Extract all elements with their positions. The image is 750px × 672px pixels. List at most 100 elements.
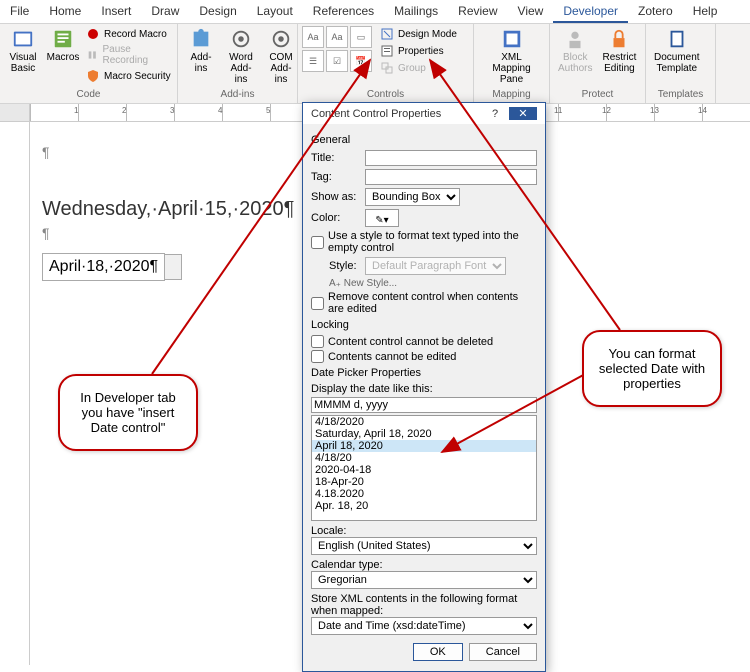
controls-icon-grid: Aa Aa ▭ ☰ ☑ 📅 bbox=[302, 26, 372, 72]
section-general: General bbox=[311, 134, 537, 146]
no-delete-label: Content control cannot be deleted bbox=[328, 336, 493, 348]
group-label-templates: Templates bbox=[650, 88, 711, 101]
no-delete-checkbox[interactable] bbox=[311, 335, 324, 348]
date-format-input[interactable] bbox=[311, 397, 537, 413]
plain-text-control[interactable]: Aa bbox=[326, 26, 348, 48]
properties-button[interactable]: Properties bbox=[378, 43, 459, 59]
date-format-list[interactable]: 4/18/2020 Saturday, April 18, 2020 April… bbox=[311, 415, 537, 521]
format-option[interactable]: 4.18.2020 bbox=[312, 488, 536, 500]
group-label-mapping: Mapping bbox=[478, 88, 545, 101]
dialog-title: Content Control Properties bbox=[311, 108, 441, 120]
display-like-label: Display the date like this: bbox=[311, 383, 537, 395]
use-style-label: Use a style to format text typed into th… bbox=[328, 230, 537, 254]
store-xml-select[interactable]: Date and Time (xsd:dateTime) bbox=[311, 617, 537, 635]
tab-mailings[interactable]: Mailings bbox=[384, 0, 448, 23]
format-option[interactable]: Apr. 18, 20 bbox=[312, 500, 536, 512]
format-option[interactable]: 4/18/2020 bbox=[312, 416, 536, 428]
style-label: Style: bbox=[329, 260, 361, 272]
pause-icon bbox=[86, 48, 99, 62]
title-input[interactable] bbox=[365, 150, 537, 166]
calendar-label: Calendar type: bbox=[311, 559, 537, 571]
format-option[interactable]: 18-Apr-20 bbox=[312, 476, 536, 488]
remove-cc-label: Remove content control when contents are… bbox=[328, 291, 537, 315]
group-label-addins: Add-ins bbox=[182, 88, 293, 101]
tab-insert[interactable]: Insert bbox=[91, 0, 141, 23]
cancel-button[interactable]: Cancel bbox=[469, 643, 537, 661]
xml-icon bbox=[501, 28, 523, 50]
template-icon bbox=[666, 28, 688, 50]
com-addins-button[interactable]: COMAdd-ins bbox=[262, 26, 300, 87]
record-macro-button[interactable]: Record Macro bbox=[84, 26, 173, 42]
section-date-picker: Date Picker Properties bbox=[311, 367, 537, 379]
rich-text-control[interactable]: Aa bbox=[302, 26, 324, 48]
tag-input[interactable] bbox=[365, 169, 537, 185]
style-select: Default Paragraph Font bbox=[365, 257, 506, 275]
annotation-callout-left: In Developer tab you have "insert Date c… bbox=[58, 374, 198, 451]
remove-cc-checkbox[interactable] bbox=[311, 297, 324, 310]
format-option[interactable]: 4/18/20 bbox=[312, 452, 536, 464]
tab-layout[interactable]: Layout bbox=[247, 0, 303, 23]
store-xml-label: Store XML contents in the following form… bbox=[311, 593, 537, 617]
no-edit-checkbox[interactable] bbox=[311, 350, 324, 363]
document-template-button[interactable]: DocumentTemplate bbox=[650, 26, 704, 76]
ribbon: VisualBasic Macros Record Macro Pause Re… bbox=[0, 24, 750, 104]
title-label: Title: bbox=[311, 152, 361, 164]
use-style-checkbox[interactable] bbox=[311, 236, 324, 249]
tab-design[interactable]: Design bbox=[189, 0, 246, 23]
content-control-properties-dialog: Content Control Properties ? ✕ General T… bbox=[302, 102, 546, 672]
puzzle-icon bbox=[190, 28, 212, 50]
group-label-controls: Controls bbox=[302, 88, 469, 101]
macro-security-button[interactable]: Macro Security bbox=[84, 68, 173, 84]
picture-control[interactable]: ▭ bbox=[350, 26, 372, 48]
format-option[interactable]: April 18, 2020 bbox=[312, 440, 536, 452]
ok-button[interactable]: OK bbox=[413, 643, 463, 661]
vertical-ruler bbox=[0, 122, 30, 665]
tab-review[interactable]: Review bbox=[448, 0, 507, 23]
pencil-icon: ✎▾ bbox=[375, 215, 388, 226]
close-button[interactable]: ✕ bbox=[509, 107, 537, 120]
visual-basic-button[interactable]: VisualBasic bbox=[4, 26, 42, 76]
macros-button[interactable]: Macros bbox=[44, 26, 82, 65]
restrict-editing-button[interactable]: RestrictEditing bbox=[598, 26, 640, 76]
pause-recording-button: Pause Recording bbox=[84, 43, 173, 67]
tab-help[interactable]: Help bbox=[683, 0, 728, 23]
section-locking: Locking bbox=[311, 319, 537, 331]
help-button[interactable]: ? bbox=[481, 108, 509, 120]
tab-zotero[interactable]: Zotero bbox=[628, 0, 683, 23]
checkbox-control[interactable]: ☑ bbox=[326, 50, 348, 72]
show-as-select[interactable]: Bounding Box bbox=[365, 188, 460, 206]
group-button: Group bbox=[378, 60, 459, 76]
format-option[interactable]: Saturday, April 18, 2020 bbox=[312, 428, 536, 440]
tab-draw[interactable]: Draw bbox=[141, 0, 189, 23]
group-label-protect: Protect bbox=[554, 88, 641, 101]
tab-developer[interactable]: Developer bbox=[553, 0, 628, 23]
locale-select[interactable]: English (United States) bbox=[311, 537, 537, 555]
block-authors-button: BlockAuthors bbox=[554, 26, 596, 76]
addins-button[interactable]: Add-ins bbox=[182, 26, 220, 76]
xml-mapping-button[interactable]: XML MappingPane bbox=[478, 26, 545, 87]
color-picker-button[interactable]: ✎▾ bbox=[365, 209, 399, 227]
color-label: Color: bbox=[311, 212, 361, 224]
design-icon bbox=[380, 27, 394, 41]
group-icon bbox=[380, 61, 394, 75]
vb-icon bbox=[12, 28, 34, 50]
format-option[interactable]: 2020-04-18 bbox=[312, 464, 536, 476]
no-edit-label: Contents cannot be edited bbox=[328, 351, 456, 363]
tab-file[interactable]: File bbox=[0, 0, 39, 23]
tag-label: Tag: bbox=[311, 171, 361, 183]
calendar-select[interactable]: Gregorian bbox=[311, 571, 537, 589]
macros-icon bbox=[52, 28, 74, 50]
properties-icon bbox=[380, 44, 394, 58]
tab-home[interactable]: Home bbox=[39, 0, 91, 23]
building-block-control[interactable]: ☰ bbox=[302, 50, 324, 72]
date-picker-content-control[interactable]: April·18,·2020¶ bbox=[42, 253, 165, 281]
tab-references[interactable]: References bbox=[303, 0, 384, 23]
design-mode-button[interactable]: Design Mode bbox=[378, 26, 459, 42]
date-picker-control[interactable]: 📅 bbox=[350, 50, 372, 72]
ribbon-tabs: File Home Insert Draw Design Layout Refe… bbox=[0, 0, 750, 24]
word-addins-button[interactable]: WordAdd-ins bbox=[222, 26, 260, 87]
group-label-code: Code bbox=[4, 88, 173, 101]
shield-icon bbox=[86, 69, 100, 83]
record-icon bbox=[86, 27, 100, 41]
tab-view[interactable]: View bbox=[508, 0, 554, 23]
